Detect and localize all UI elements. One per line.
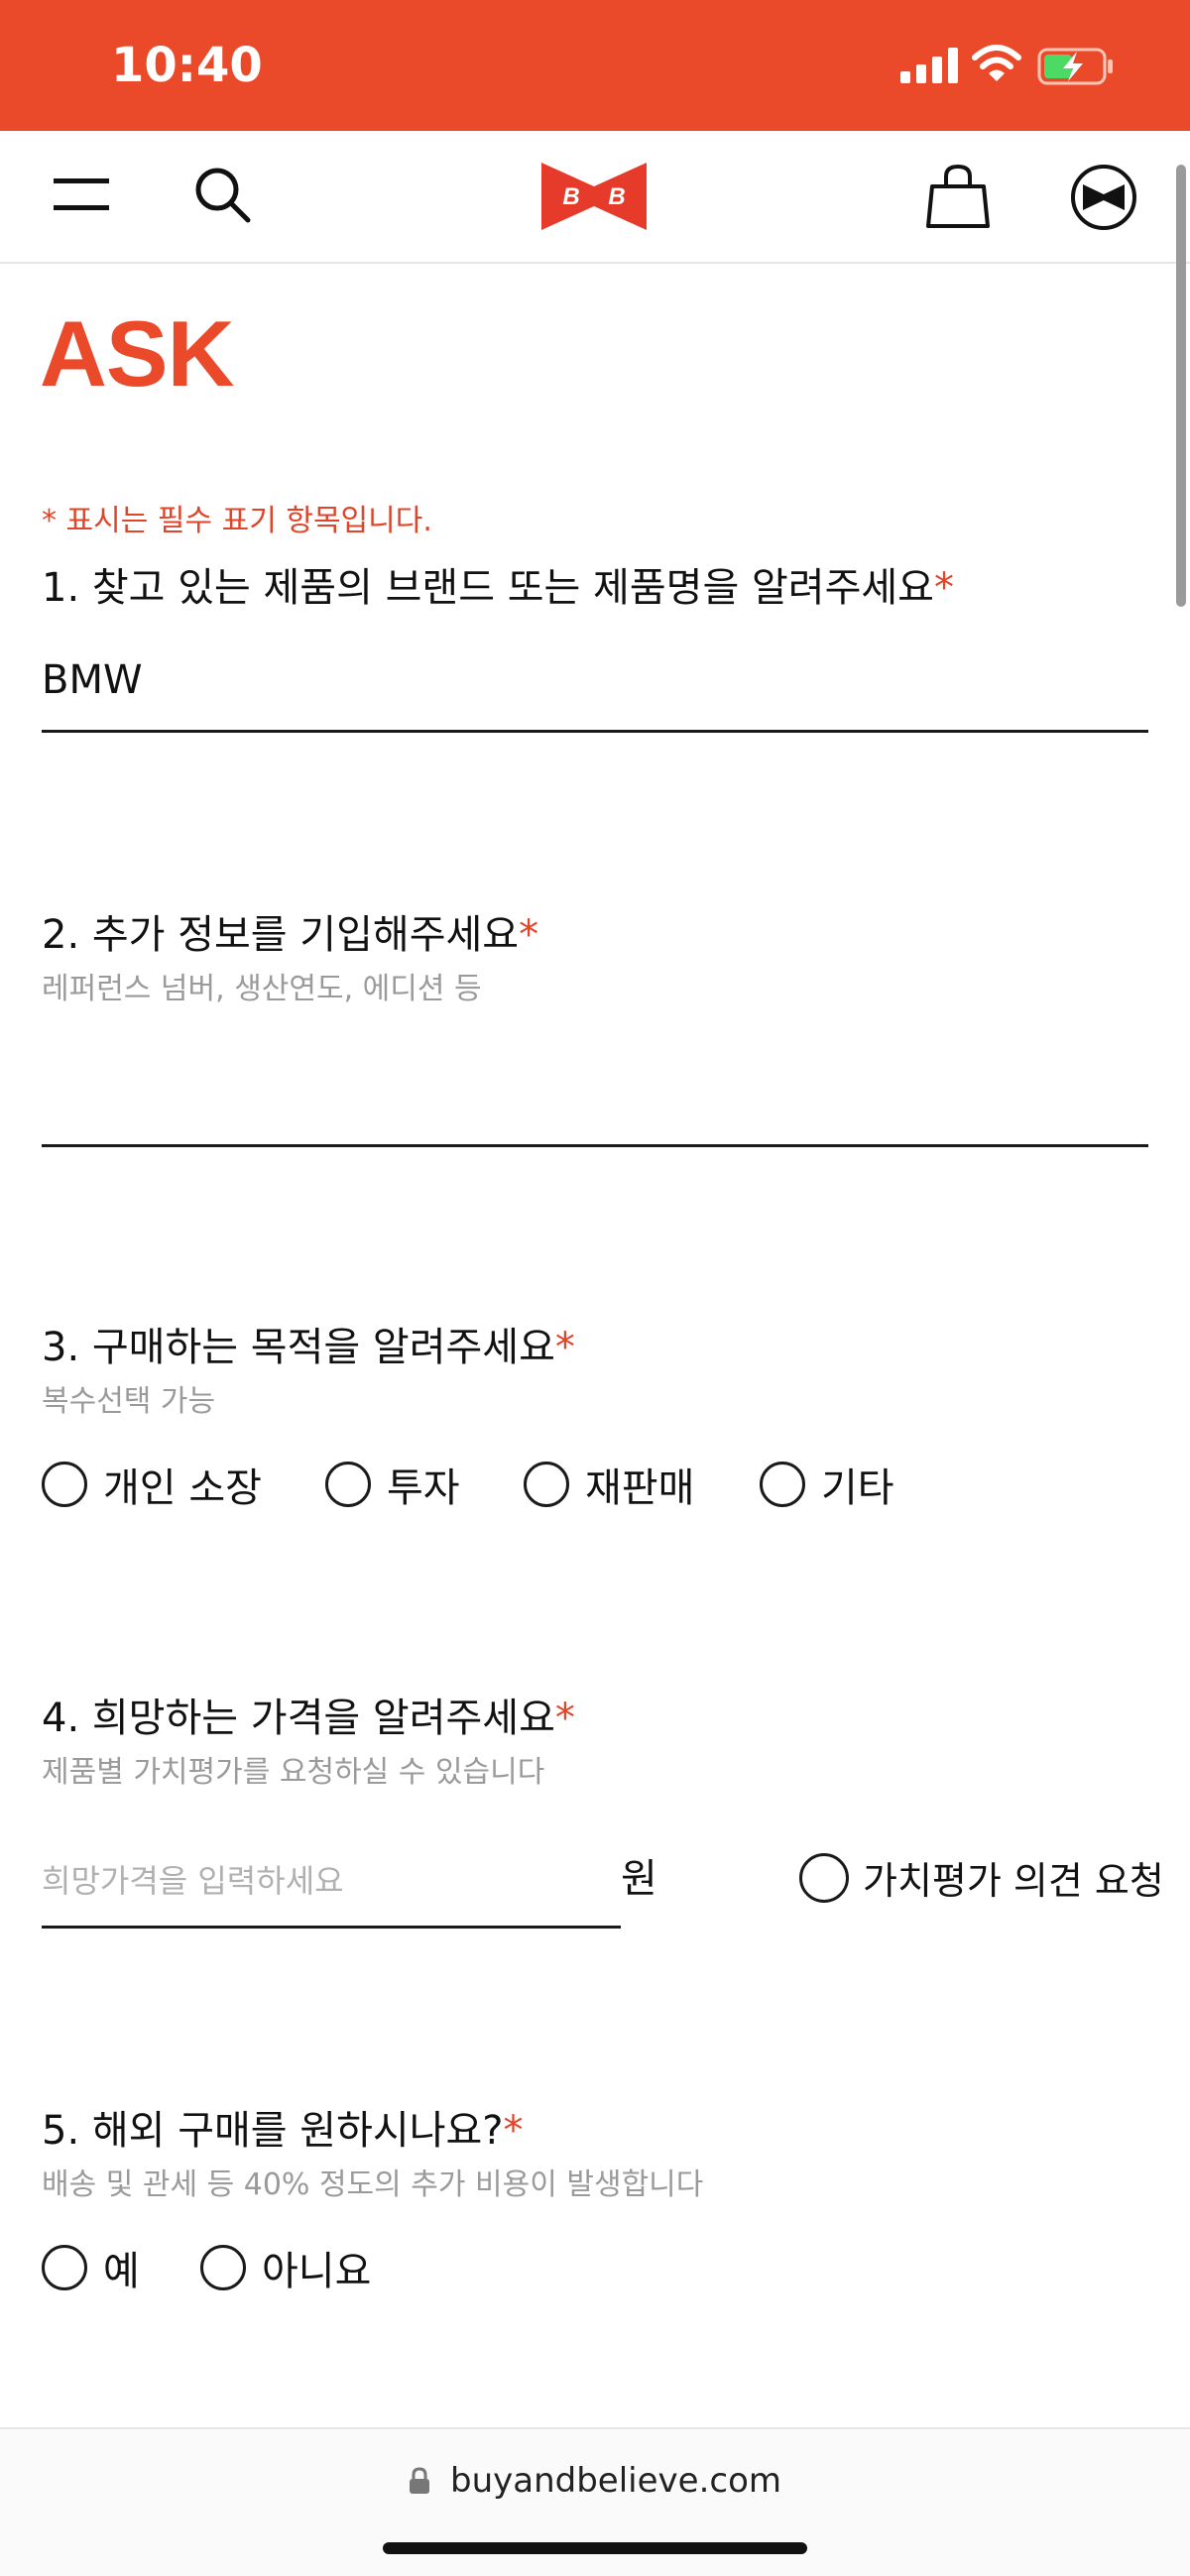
shopping-bag-icon[interactable]: [926, 163, 990, 230]
bowtie-account-icon[interactable]: [1069, 163, 1138, 232]
required-note: * 표시는 필수 표기 항목입니다.: [42, 504, 432, 538]
option-label: 개인 소장: [103, 1465, 262, 1511]
page-title: ASK: [40, 301, 234, 406]
radio-button[interactable]: [42, 1462, 87, 1507]
option-label: 가치평가 의견 요청: [863, 1859, 1164, 1903]
question-1-text: 1. 찾고 있는 제품의 브랜드 또는 제품명을 알려주세요: [42, 565, 934, 611]
wifi-icon: [972, 45, 1021, 81]
required-mark: *: [554, 1325, 575, 1370]
currency-unit: 원: [621, 1856, 657, 1902]
question-2-text: 2. 추가 정보를 기입해주세요: [42, 912, 520, 958]
option-label: 기타: [821, 1465, 894, 1511]
option-label: 투자: [387, 1465, 460, 1511]
radio-button[interactable]: [42, 2245, 87, 2290]
site-header: B B: [0, 131, 1190, 264]
search-icon[interactable]: [190, 163, 254, 226]
bowtie-logo[interactable]: B B: [539, 161, 649, 232]
question-4-label: 4. 희망하는 가격을 알려주세요*: [42, 1686, 575, 1743]
additional-info-input[interactable]: [42, 1031, 1148, 1147]
question-4-hint: 제품별 가치평가를 요청하실 수 있습니다: [42, 1755, 545, 1790]
purpose-option-other[interactable]: 기타: [760, 1456, 894, 1513]
radio-button[interactable]: [760, 1462, 805, 1507]
question-5-hint: 배송 및 관세 등 40% 정도의 추가 비용이 발생합니다: [42, 2167, 704, 2202]
browser-address-bar[interactable]: buyandbelieve.com: [0, 2427, 1190, 2576]
question-3-text: 3. 구매하는 목적을 알려주세요: [42, 1325, 555, 1370]
status-time: 10:40: [111, 38, 263, 93]
radio-button[interactable]: [325, 1462, 371, 1507]
question-1-label: 1. 찾고 있는 제품의 브랜드 또는 제품명을 알려주세요*: [42, 555, 954, 613]
status-bar: 10:40: [0, 0, 1190, 131]
overseas-option-yes[interactable]: 예: [42, 2239, 140, 2296]
overseas-option-no[interactable]: 아니요: [200, 2239, 371, 2296]
question-2-label: 2. 추가 정보를 기입해주세요*: [42, 902, 538, 960]
desired-price-input[interactable]: [42, 1836, 621, 1929]
question-5-label: 5. 해외 구매를 원하시나요?*: [42, 2098, 524, 2156]
option-label: 재판매: [585, 1465, 695, 1511]
scrollbar[interactable]: [1176, 165, 1186, 607]
required-mark: *: [933, 565, 954, 611]
menu-icon[interactable]: [52, 165, 111, 224]
battery-charging-icon: [1037, 48, 1113, 85]
svg-text:B: B: [562, 183, 579, 210]
url-display[interactable]: buyandbelieve.com: [0, 2461, 1190, 2501]
purpose-option-personal[interactable]: 개인 소장: [42, 1456, 262, 1513]
question-4-text: 4. 희망하는 가격을 알려주세요: [42, 1696, 555, 1741]
lock-icon: [410, 2467, 429, 2494]
question-5-text: 5. 해외 구매를 원하시나요?: [42, 2108, 504, 2154]
url-text: buyandbelieve.com: [450, 2461, 781, 2501]
radio-button[interactable]: [524, 1462, 569, 1507]
home-indicator[interactable]: [383, 2542, 807, 2554]
cellular-signal-icon: [900, 48, 958, 83]
required-mark: *: [519, 912, 539, 958]
question-2-hint: 레퍼런스 넘버, 생산연도, 에디션 등: [42, 972, 482, 1006]
question-3-hint: 복수선택 가능: [42, 1384, 216, 1419]
svg-text:B: B: [608, 183, 625, 210]
brand-input[interactable]: [42, 631, 1148, 733]
appraisal-request-option[interactable]: 가치평가 의견 요청: [799, 1850, 1164, 1905]
required-mark: *: [554, 1696, 575, 1741]
radio-button[interactable]: [799, 1852, 849, 1903]
purpose-option-resale[interactable]: 재판매: [524, 1456, 694, 1513]
option-label: 예: [103, 2249, 140, 2294]
required-mark: *: [503, 2108, 524, 2154]
radio-button[interactable]: [200, 2245, 246, 2290]
purpose-option-investment[interactable]: 투자: [325, 1456, 460, 1513]
option-label: 아니요: [262, 2249, 372, 2294]
question-3-label: 3. 구매하는 목적을 알려주세요*: [42, 1315, 575, 1372]
